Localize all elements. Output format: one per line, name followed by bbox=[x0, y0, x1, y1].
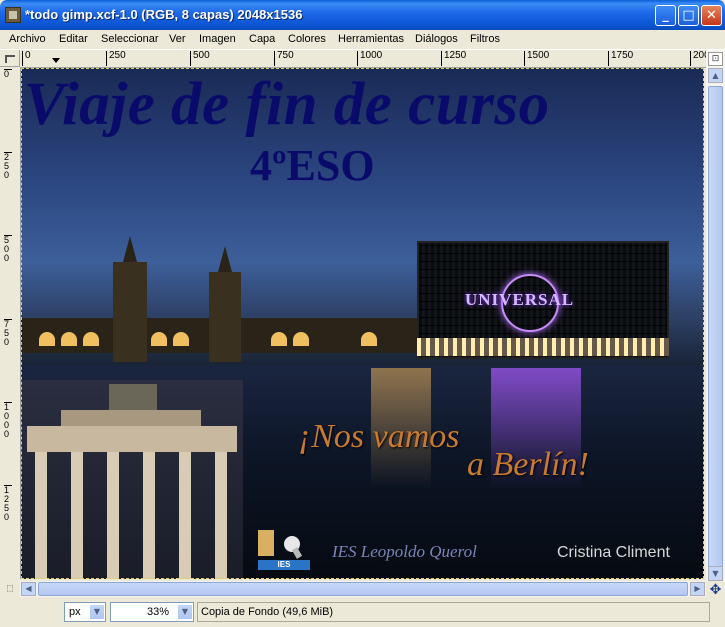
poster-subtitle: 4ºESO bbox=[250, 141, 375, 190]
gate-column bbox=[107, 452, 119, 579]
bridge-arch bbox=[151, 332, 167, 346]
unit-selector[interactable]: px ▼ bbox=[64, 602, 106, 622]
logo-stem bbox=[291, 547, 303, 559]
ruler-label: 0 bbox=[22, 51, 31, 66]
quick-mask-corner-icon[interactable] bbox=[0, 50, 20, 67]
zoom-selector[interactable]: 33% ▼ bbox=[110, 602, 194, 622]
menu-filtros[interactable]: Filtros bbox=[470, 33, 500, 45]
poster-title: Viaje de fin de curso bbox=[24, 71, 550, 138]
minimize-button[interactable]: _ bbox=[655, 5, 676, 26]
close-button[interactable]: ✕ bbox=[701, 5, 722, 26]
zoom-value: 33% bbox=[146, 606, 169, 618]
bridge-arch bbox=[293, 332, 309, 346]
scroll-up-arrow[interactable]: ▲ bbox=[708, 68, 723, 83]
gate-column bbox=[35, 452, 47, 579]
school-name: IES Leopoldo Querol bbox=[332, 542, 477, 561]
author-name: Cristina Climent bbox=[557, 544, 670, 561]
unit-value: px bbox=[69, 606, 81, 618]
layer-info: Copia de Fondo (49,6 MiB) bbox=[201, 606, 334, 618]
horizontal-scroll-thumb[interactable] bbox=[38, 582, 688, 596]
bridge-arch bbox=[61, 332, 77, 346]
status-bar: px ▼ 33% ▼ Copia de Fondo (49,6 MiB) bbox=[0, 599, 725, 627]
image-canvas[interactable]: UNIVERSAL Viaje de fin de curso 4ºESO ¡N… bbox=[21, 68, 704, 579]
title-bar[interactable]: *todo gimp.xcf-1.0 (RGB, 8 capas) 2048x1… bbox=[0, 0, 725, 30]
gate-column bbox=[71, 452, 83, 579]
scroll-down-arrow[interactable]: ▼ bbox=[708, 566, 723, 581]
gate-frieze bbox=[27, 426, 237, 452]
bridge-arch bbox=[271, 332, 287, 346]
ruler-label: 2000 bbox=[690, 51, 706, 66]
status-message: Copia de Fondo (49,6 MiB) bbox=[197, 602, 710, 622]
window-title: *todo gimp.xcf-1.0 (RGB, 8 capas) 2048x1… bbox=[25, 7, 303, 22]
bridge-tower-left bbox=[113, 262, 147, 362]
bridge-arch bbox=[83, 332, 99, 346]
ruler-label: 1250 bbox=[4, 485, 12, 522]
zoom-fit-icon[interactable]: ⊡ bbox=[708, 52, 723, 66]
horizontal-ruler[interactable]: 0 250 500 750 1000 1250 1500 1750 2000 bbox=[20, 50, 706, 68]
ruler-label: 500 bbox=[190, 51, 210, 66]
menu-editar[interactable]: Editar bbox=[59, 33, 88, 45]
maximize-button[interactable]: □ bbox=[678, 5, 699, 26]
ruler-pointer-icon bbox=[52, 58, 60, 63]
building-lights bbox=[417, 338, 669, 356]
menu-bar: Archivo Editar Seleccionar Ver Imagen Ca… bbox=[0, 30, 725, 50]
ruler-label: 1500 bbox=[524, 51, 549, 66]
bridge-arch bbox=[39, 332, 55, 346]
quick-mask-toggle-icon[interactable]: ⬚ bbox=[0, 581, 20, 597]
poster-slogan-line1: ¡Nos vamos bbox=[298, 418, 460, 455]
ruler-label: 1000 bbox=[4, 402, 12, 439]
menu-imagen[interactable]: Imagen bbox=[199, 33, 236, 45]
menu-herramientas[interactable]: Herramientas bbox=[338, 33, 404, 45]
ruler-label: 1250 bbox=[441, 51, 466, 66]
vertical-ruler[interactable]: 0 250 500 750 1000 1250 bbox=[0, 67, 21, 579]
ruler-label: 1750 bbox=[608, 51, 633, 66]
ruler-label: 250 bbox=[106, 51, 126, 66]
menu-archivo[interactable]: Archivo bbox=[9, 33, 46, 45]
bridge-arch bbox=[361, 332, 377, 346]
school-logo: IES bbox=[258, 528, 310, 570]
tower-roof bbox=[218, 246, 232, 272]
ruler-label: 750 bbox=[274, 51, 294, 66]
ruler-label: 500 bbox=[4, 235, 12, 263]
chevron-down-icon[interactable]: ▼ bbox=[89, 604, 105, 620]
menu-dialogos[interactable]: Diálogos bbox=[415, 33, 458, 45]
gate-column bbox=[179, 452, 191, 579]
bridge-arch bbox=[173, 332, 189, 346]
tower-roof bbox=[123, 236, 137, 262]
scroll-left-arrow[interactable]: ◀ bbox=[21, 582, 36, 596]
ruler-label: 1000 bbox=[357, 51, 382, 66]
brandenburg-gate bbox=[21, 380, 243, 579]
universal-sign: UNIVERSAL bbox=[465, 290, 575, 309]
logo-text: IES bbox=[258, 560, 310, 570]
menu-capa[interactable]: Capa bbox=[249, 33, 275, 45]
gate-column bbox=[143, 452, 155, 579]
gate-column bbox=[215, 452, 227, 579]
logo-book bbox=[258, 530, 274, 556]
ruler-label: 250 bbox=[4, 152, 12, 180]
navigate-icon[interactable]: ✥ bbox=[706, 581, 725, 599]
menu-seleccionar[interactable]: Seleccionar bbox=[101, 33, 158, 45]
vertical-scroll-thumb[interactable] bbox=[708, 86, 723, 616]
ruler-label: 750 bbox=[4, 319, 12, 347]
vertical-scrollbar[interactable]: ⊡ ▲ ▼ bbox=[706, 50, 725, 616]
ruler-label: 0 bbox=[4, 69, 12, 79]
gimp-icon[interactable] bbox=[5, 7, 21, 23]
quadriga bbox=[109, 384, 157, 410]
menu-ver[interactable]: Ver bbox=[169, 33, 186, 45]
chevron-down-icon[interactable]: ▼ bbox=[177, 604, 193, 620]
menu-colores[interactable]: Colores bbox=[288, 33, 326, 45]
poster-slogan-line2: a Berlín! bbox=[467, 446, 589, 483]
bridge-tower-right bbox=[209, 272, 241, 362]
scroll-right-arrow[interactable]: ▶ bbox=[690, 582, 705, 596]
horizontal-scrollbar[interactable]: ◀ ▶ bbox=[20, 581, 706, 597]
